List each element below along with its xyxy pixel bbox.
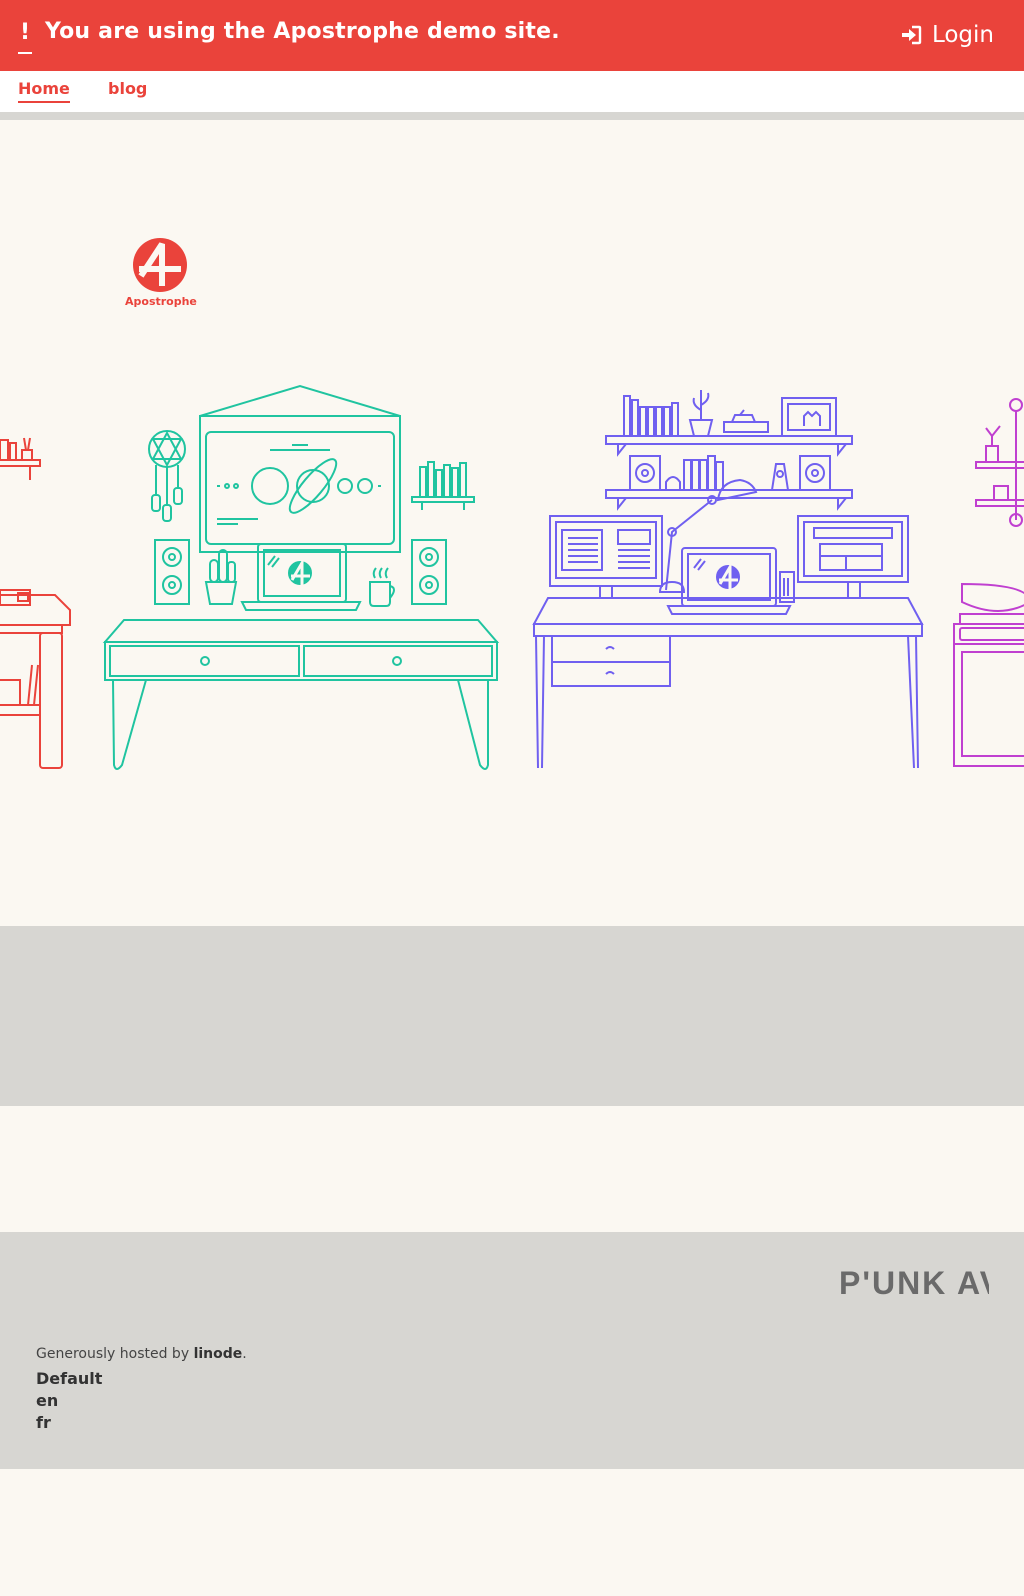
main-nav: Home blog [0, 71, 1024, 112]
demo-message: You are using the Apostrophe demo site. [45, 19, 560, 44]
hosted-link[interactable]: linode [194, 1346, 243, 1362]
login-label: Login [931, 22, 994, 48]
magenta-desk-illustration [953, 398, 1024, 767]
punk-ave-logo[interactable]: P'UNK AVE [839, 1264, 1024, 1302]
teal-desk-illustration [102, 384, 500, 770]
page-bottom [0, 1469, 1024, 1596]
sign-in-icon [901, 25, 922, 45]
hero-section: Apostrophe [0, 120, 1024, 926]
nav-divider [0, 112, 1024, 120]
purple-desk-illustration [532, 390, 924, 769]
locale-link-en[interactable]: en [36, 1390, 102, 1412]
hosted-suffix: . [242, 1346, 247, 1362]
locale-link-default[interactable]: Default [36, 1368, 102, 1390]
red-desk-illustration [0, 437, 71, 769]
desks-illustration [0, 384, 1024, 770]
alert-icon: ! [18, 18, 32, 54]
locale-link-fr[interactable]: fr [36, 1412, 102, 1434]
nav-item-home[interactable]: Home [18, 79, 70, 103]
content-band [0, 926, 1024, 1106]
nav-item-blog[interactable]: blog [108, 79, 147, 101]
hosted-credit: Generously hosted by linode. [36, 1346, 247, 1362]
punk-ave-logo-icon: P'UNK AVE [839, 1265, 1024, 1301]
footer: P'UNK AVE Generously hosted by linode. D… [0, 1232, 1024, 1469]
login-button[interactable]: Login [900, 18, 994, 52]
locale-links: Default en fr [36, 1368, 102, 1434]
hosted-prefix: Generously hosted by [36, 1346, 194, 1362]
spacer-band [0, 1106, 1024, 1232]
punk-ave-wordmark: P'UNK AVE [839, 1265, 989, 1298]
demo-banner: ! You are using the Apostrophe demo site… [0, 0, 1024, 71]
